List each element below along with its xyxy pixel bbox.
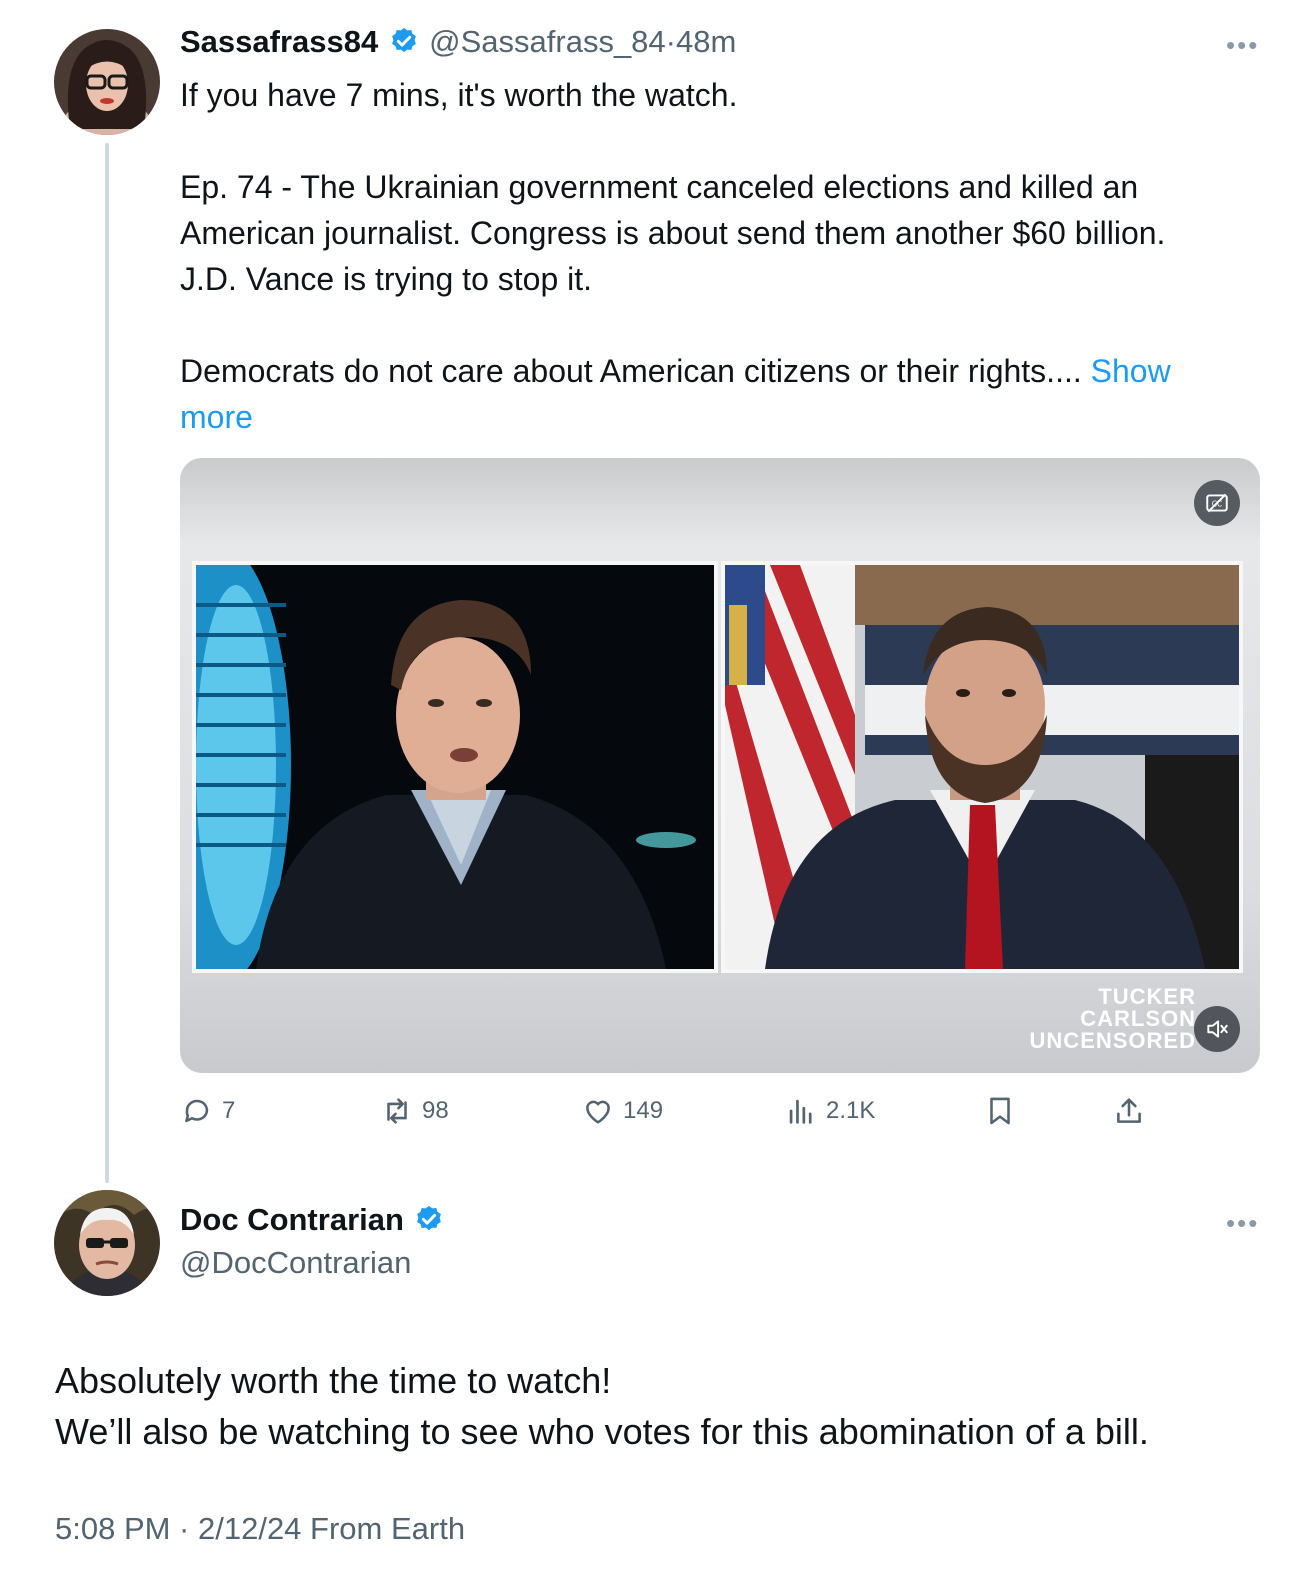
video-player[interactable]: CC TUCKER CARLSON UNCENSORED xyxy=(180,458,1260,1073)
show-more-link[interactable]: Show xyxy=(1091,353,1171,389)
tweet-text-line: J.D. Vance is trying to stop it. xyxy=(180,261,593,297)
handle[interactable]: @Sassafrass_84 xyxy=(429,24,666,59)
bookmark-icon xyxy=(990,1097,1010,1125)
tweet-body: If you have 7 mins, it's worth the watch… xyxy=(180,72,1260,440)
show-more-link-cont[interactable]: more xyxy=(180,399,253,435)
watermark-line: UNCENSORED xyxy=(1029,1028,1196,1053)
video-left-panel xyxy=(192,561,718,973)
avatar-sassafrass84[interactable] xyxy=(54,29,160,135)
verified-badge-icon xyxy=(389,26,419,56)
time-ago[interactable]: 48m xyxy=(676,24,736,59)
repost-button[interactable]: 98 xyxy=(380,1094,449,1128)
captions-off-icon[interactable]: CC xyxy=(1194,480,1240,526)
share-button[interactable] xyxy=(1112,1094,1146,1128)
reply-header: Doc Contrarian xyxy=(180,1202,444,1238)
reply-text-line: Absolutely worth the time to watch! xyxy=(55,1360,612,1401)
tweet-text-line: Ep. 74 - The Ukrainian government cancel… xyxy=(180,169,1139,205)
reply-button[interactable]: 7 xyxy=(180,1094,235,1128)
video-watermark: TUCKER CARLSON UNCENSORED xyxy=(1030,986,1196,1052)
tweet-header: Sassafrass84 @Sassafrass_84·48m xyxy=(180,24,736,60)
reply-text-line: We’ll also be watching to see who votes … xyxy=(55,1411,1149,1452)
like-button[interactable]: 149 xyxy=(581,1094,663,1128)
muted-speaker-icon[interactable] xyxy=(1194,1006,1240,1052)
heart-icon xyxy=(586,1100,610,1124)
bookmark-button[interactable] xyxy=(983,1094,1017,1128)
watermark-line: CARLSON xyxy=(1080,1006,1196,1031)
display-name[interactable]: Sassafrass84 xyxy=(180,24,378,59)
verified-badge-icon xyxy=(414,1204,444,1234)
reply-count: 7 xyxy=(222,1097,236,1124)
handle[interactable]: @DocContrarian xyxy=(180,1245,411,1281)
reply-body: Absolutely worth the time to watch! We’l… xyxy=(55,1355,1275,1457)
reply-timestamp[interactable]: 5:08 PM · 2/12/24 From Earth xyxy=(55,1511,465,1547)
views-chart-icon xyxy=(789,1099,812,1124)
share-icon xyxy=(1117,1098,1141,1123)
video-right-panel xyxy=(721,561,1243,973)
views-button[interactable]: 2.1K xyxy=(784,1094,875,1128)
display-name[interactable]: Doc Contrarian xyxy=(180,1202,404,1237)
avatar-doccontrarian[interactable] xyxy=(54,1190,160,1296)
like-count: 149 xyxy=(623,1097,664,1124)
thread-connector-line xyxy=(105,143,109,1183)
watermark-line: TUCKER xyxy=(1098,984,1196,1009)
repost-icon xyxy=(387,1098,407,1124)
tweet-text-line: Democrats do not care about American cit… xyxy=(180,353,1082,389)
tweet-text-line: If you have 7 mins, it's worth the watch… xyxy=(180,77,738,113)
more-options-icon[interactable]: ••• xyxy=(1226,30,1259,61)
reply-icon xyxy=(185,1099,209,1123)
more-options-icon[interactable]: ••• xyxy=(1226,1208,1259,1239)
repost-count: 98 xyxy=(422,1097,449,1124)
views-count: 2.1K xyxy=(826,1097,876,1124)
separator-dot: · xyxy=(665,24,676,59)
tweet-text-line: American journalist. Congress is about s… xyxy=(180,215,1166,251)
